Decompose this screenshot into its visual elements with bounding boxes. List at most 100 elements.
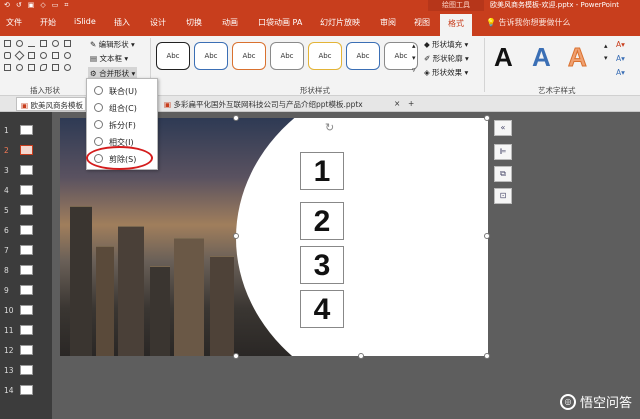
tab-pocket-animation[interactable]: 口袋动画 PA [258, 17, 302, 28]
gallery-scroll-up-icon[interactable]: ▴ [604, 42, 608, 50]
shape-rounded-icon[interactable] [4, 52, 11, 59]
shape-oval-icon[interactable] [40, 52, 47, 59]
close-tab-icon[interactable]: × [390, 97, 404, 111]
quick-access-item[interactable]: ↺ [16, 1, 22, 10]
slide-thumbnail-selected[interactable]: 2 [4, 144, 48, 158]
shape-diamond-icon[interactable] [14, 50, 25, 61]
white-circle-shape[interactable] [236, 118, 488, 356]
title-bar: ⟲ ↺ ▣ ◇ ▭ ⌗ 绘图工具 欧美风商务模板-欢迎.pptx - Power… [0, 0, 640, 11]
menu-item-union[interactable]: 联合(U) [91, 83, 153, 99]
shape-arrow-icon[interactable] [4, 64, 11, 71]
shape-effects-button[interactable]: ◈ 形状效果 ▾ [424, 67, 468, 78]
document-tab[interactable]: ▣ 多彩扁平化国外互联网科技公司与产品介绍ppt模板.pptx [160, 97, 367, 111]
menu-item-fragment[interactable]: 拆分(F) [91, 117, 153, 133]
quick-access-item[interactable]: ⌗ [64, 1, 68, 10]
shape-fill-button[interactable]: ◆ 形状填充 ▾ [424, 39, 468, 50]
menu-item-combine[interactable]: 组合(C) [91, 100, 153, 116]
gallery-scroll-up-icon[interactable]: ▴ [412, 42, 416, 50]
tab-design[interactable]: 设计 [150, 17, 166, 28]
quick-access-item[interactable]: ◇ [40, 1, 45, 10]
quick-access-item[interactable]: ▭ [52, 1, 59, 10]
shape-arc-icon[interactable] [16, 64, 23, 71]
tab-insert[interactable]: 插入 [114, 17, 130, 28]
arrange-icon[interactable]: ⧉ [494, 166, 512, 182]
shape-rect-icon[interactable] [40, 40, 47, 47]
tab-review[interactable]: 审阅 [380, 17, 396, 28]
shape-circle-icon[interactable] [52, 40, 59, 47]
collapse-icon[interactable]: « [494, 120, 512, 136]
resize-handle[interactable] [233, 233, 239, 239]
shape-bracket-icon[interactable] [28, 64, 35, 71]
tab-file[interactable]: 文件 [6, 17, 22, 28]
slide-thumbnail[interactable]: 1 [4, 124, 48, 138]
number-textbox[interactable]: 2 [300, 202, 344, 240]
crop-icon[interactable]: ⊡ [494, 188, 512, 204]
gallery-scroll-down-icon[interactable]: ▾ [412, 54, 416, 62]
number-textbox[interactable]: 3 [300, 246, 344, 284]
resize-handle[interactable] [484, 353, 490, 359]
tab-islide[interactable]: iSlide [74, 17, 96, 26]
quick-access-item[interactable]: ▣ [28, 1, 35, 10]
resize-handle[interactable] [233, 353, 239, 359]
number-textbox[interactable]: 4 [300, 290, 344, 328]
document-tab-active[interactable]: ▣ 欧美风商务模板 [16, 97, 86, 111]
wordart-style-black[interactable]: A [494, 42, 513, 73]
tab-format[interactable]: 格式 [440, 14, 472, 36]
resize-handle[interactable] [484, 115, 490, 121]
gallery-more-icon[interactable]: ▿ [412, 66, 416, 74]
shape-wave-icon[interactable] [40, 64, 47, 71]
slide-thumbnail[interactable]: 6 [4, 224, 48, 238]
gallery-scroll-down-icon[interactable]: ▾ [604, 54, 608, 62]
text-box-button[interactable]: ▤ 文本框 ▾ [90, 53, 128, 64]
text-effects-icon[interactable]: A▾ [616, 68, 625, 77]
slide-thumbnail[interactable]: 14 [4, 384, 48, 398]
slide-thumbnail[interactable]: 3 [4, 164, 48, 178]
wordart-style-orange[interactable]: A [568, 42, 588, 73]
slide-thumbnail[interactable]: 5 [4, 204, 48, 218]
tab-slideshow[interactable]: 幻灯片放映 [320, 17, 360, 28]
slide-thumbnail[interactable]: 7 [4, 244, 48, 258]
align-icon[interactable]: ⊫ [494, 144, 512, 160]
edit-shape-icon: ✎ [90, 40, 99, 49]
slide-thumbnail[interactable]: 8 [4, 264, 48, 278]
resize-handle[interactable] [484, 233, 490, 239]
tab-home[interactable]: 开始 [40, 17, 56, 28]
shape-rect-icon[interactable] [52, 52, 59, 59]
slide-thumbnail[interactable]: 10 [4, 304, 48, 318]
shape-oval-icon[interactable] [64, 52, 71, 59]
edit-shape-button[interactable]: ✎ 编辑形状 ▾ [90, 39, 135, 50]
slide-thumbnail[interactable]: 12 [4, 344, 48, 358]
shape-curve-icon[interactable] [64, 64, 71, 71]
shape-rect-icon[interactable] [4, 40, 11, 47]
quick-access-item[interactable]: ⟲ [4, 1, 10, 10]
slide-thumbnail[interactable]: 13 [4, 364, 48, 378]
shape-square-icon[interactable] [64, 40, 71, 47]
shape-oval-icon[interactable] [16, 40, 23, 47]
shape-style-preset[interactable]: Abc [232, 42, 266, 70]
resize-handle[interactable] [233, 115, 239, 121]
text-outline-icon[interactable]: A▾ [616, 54, 625, 63]
tab-view[interactable]: 视图 [414, 17, 430, 28]
shape-star-icon[interactable] [52, 64, 59, 71]
shape-line-icon[interactable] [28, 40, 35, 47]
wordart-style-blue[interactable]: A [532, 42, 551, 73]
resize-handle[interactable] [358, 353, 364, 359]
shape-style-preset[interactable]: Abc [194, 42, 228, 70]
slide-thumbnail[interactable]: 9 [4, 284, 48, 298]
shape-style-preset[interactable]: Abc [156, 42, 190, 70]
tell-me-search[interactable]: 💡 告诉我你想要做什么 [486, 17, 571, 28]
shape-rect-icon[interactable] [28, 52, 35, 59]
slide-thumbnail[interactable]: 11 [4, 324, 48, 338]
shape-style-preset[interactable]: Abc [346, 42, 380, 70]
slide-thumbnail[interactable]: 4 [4, 184, 48, 198]
number-textbox[interactable]: 1 [300, 152, 344, 190]
shape-style-preset[interactable]: Abc [270, 42, 304, 70]
new-tab-icon[interactable]: + [404, 97, 418, 111]
shape-outline-button[interactable]: ✐ 形状轮廓 ▾ [424, 53, 469, 64]
paint-bucket-icon: ◆ [424, 40, 433, 49]
text-fill-icon[interactable]: A▾ [616, 40, 625, 49]
tab-transitions[interactable]: 切换 [186, 17, 202, 28]
tab-animations[interactable]: 动画 [222, 17, 238, 28]
shape-style-preset[interactable]: Abc [308, 42, 342, 70]
rotate-handle-icon[interactable]: ↻ [325, 121, 334, 134]
